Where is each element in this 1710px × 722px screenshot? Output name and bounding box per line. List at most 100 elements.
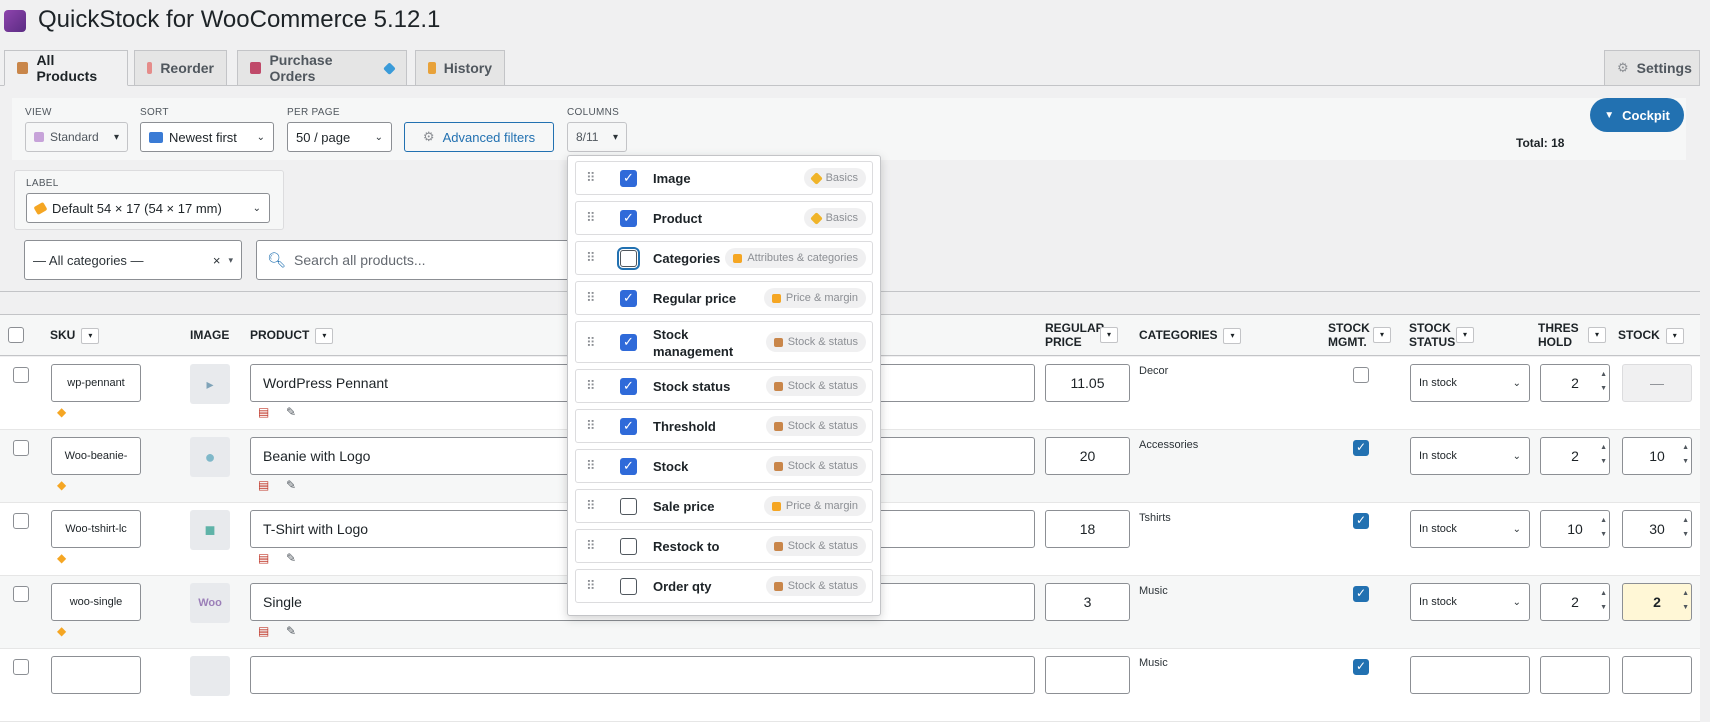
- advanced-filters-button[interactable]: ⚙ Advanced filters: [404, 122, 554, 152]
- pencil-icon[interactable]: ✎: [286, 478, 296, 492]
- product-thumbnail[interactable]: Woo: [190, 583, 230, 623]
- col-categories[interactable]: CATEGORIES ▾: [1139, 328, 1242, 344]
- column-option-regular-price[interactable]: ⠿ Regular price Price & margin: [575, 281, 873, 315]
- tag-icon[interactable]: ◆: [57, 405, 66, 419]
- sort-caret-icon[interactable]: ▾: [1100, 327, 1118, 343]
- stock-status-select[interactable]: [1410, 656, 1530, 694]
- sku-input[interactable]: Woo-beanie-: [51, 437, 141, 475]
- clipboard-icon[interactable]: ▤: [258, 624, 269, 638]
- regular-price-input[interactable]: 18: [1045, 510, 1130, 548]
- column-option-order-qty[interactable]: ⠿ Order qty Stock & status: [575, 569, 873, 603]
- spinner-icon[interactable]: ▲ ▼: [1600, 368, 1607, 396]
- drag-handle-icon[interactable]: ⠿: [586, 578, 595, 594]
- cockpit-button[interactable]: ▼ Cockpit: [1590, 98, 1684, 132]
- col-regular-price[interactable]: REGULAR PRICE: [1045, 321, 1104, 349]
- column-option-categories[interactable]: ⠿ Categories Attributes & categories: [575, 241, 873, 275]
- stock-status-select[interactable]: In stock ⌄: [1410, 583, 1530, 621]
- stock-input[interactable]: 10 ▲ ▼: [1622, 437, 1692, 475]
- column-checkbox[interactable]: [620, 290, 637, 307]
- drag-handle-icon[interactable]: ⠿: [586, 378, 595, 394]
- spinner-icon[interactable]: ▲ ▼: [1600, 514, 1607, 542]
- tag-icon[interactable]: ◆: [57, 478, 66, 492]
- column-checkbox[interactable]: [620, 418, 637, 435]
- per-page-select[interactable]: 50 / page ⌄: [287, 122, 392, 152]
- column-checkbox[interactable]: [620, 538, 637, 555]
- drag-handle-icon[interactable]: ⠿: [586, 170, 595, 186]
- sku-input[interactable]: woo-single: [51, 583, 141, 621]
- row-checkbox[interactable]: [13, 659, 29, 675]
- column-checkbox[interactable]: [617, 247, 640, 270]
- col-threshold[interactable]: THRES HOLD: [1538, 321, 1579, 349]
- column-option-image[interactable]: ⠿ Image Basics: [575, 161, 873, 195]
- regular-price-input[interactable]: 20: [1045, 437, 1130, 475]
- drag-handle-icon[interactable]: ⠿: [586, 210, 595, 226]
- row-checkbox[interactable]: [13, 513, 29, 529]
- column-checkbox[interactable]: [620, 378, 637, 395]
- column-checkbox[interactable]: [620, 498, 637, 515]
- tag-icon[interactable]: ◆: [57, 551, 66, 565]
- spinner-icon[interactable]: ▲ ▼: [1600, 587, 1607, 615]
- clipboard-icon[interactable]: ▤: [258, 478, 269, 492]
- manage-stock-checkbox[interactable]: [1353, 586, 1369, 602]
- product-thumbnail[interactable]: [190, 656, 230, 696]
- col-stock-mgmt[interactable]: STOCK MGMT.: [1328, 321, 1370, 349]
- tab-history[interactable]: History: [415, 50, 505, 86]
- row-checkbox[interactable]: [13, 586, 29, 602]
- stock-status-select[interactable]: In stock ⌄: [1410, 364, 1530, 402]
- sort-caret-icon[interactable]: ▾: [1373, 327, 1391, 343]
- threshold-input[interactable]: 10 ▲ ▼: [1540, 510, 1610, 548]
- product-name-input[interactable]: [250, 656, 1035, 694]
- stock-status-select[interactable]: In stock ⌄: [1410, 510, 1530, 548]
- column-checkbox[interactable]: [620, 334, 637, 351]
- sort-caret-icon[interactable]: ▾: [1665, 328, 1684, 344]
- column-option-restock-to[interactable]: ⠿ Restock to Stock & status: [575, 529, 873, 563]
- col-product[interactable]: PRODUCT ▾: [250, 328, 334, 344]
- sku-input[interactable]: [51, 656, 141, 694]
- stock-input[interactable]: [1622, 656, 1692, 694]
- drag-handle-icon[interactable]: ⠿: [586, 538, 595, 554]
- sort-select[interactable]: Newest first ⌄: [140, 122, 274, 152]
- manage-stock-checkbox[interactable]: [1353, 513, 1369, 529]
- regular-price-input[interactable]: 3: [1045, 583, 1130, 621]
- pencil-icon[interactable]: ✎: [286, 405, 296, 419]
- sku-input[interactable]: wp-pennant: [51, 364, 141, 402]
- col-stock[interactable]: STOCK ▾: [1618, 328, 1684, 344]
- drag-handle-icon[interactable]: ⠿: [586, 418, 595, 434]
- select-all-checkbox[interactable]: [8, 327, 24, 343]
- drag-handle-icon[interactable]: ⠿: [586, 250, 595, 266]
- column-option-stock-management[interactable]: ⠿ Stock management Stock & status: [575, 321, 873, 363]
- sort-caret-icon[interactable]: ▾: [81, 328, 100, 344]
- search-input[interactable]: 🔍︎ Search all products...: [256, 240, 576, 280]
- pencil-icon[interactable]: ✎: [286, 551, 296, 565]
- regular-price-input[interactable]: 11.05: [1045, 364, 1130, 402]
- clear-icon[interactable]: ×: [213, 253, 221, 268]
- sort-caret-icon[interactable]: ▾: [1588, 327, 1606, 343]
- spinner-icon[interactable]: ▲ ▼: [1682, 587, 1689, 615]
- manage-stock-checkbox[interactable]: [1353, 440, 1369, 456]
- tab-all-products[interactable]: All Products: [4, 50, 128, 86]
- column-checkbox[interactable]: [620, 170, 637, 187]
- column-checkbox[interactable]: [620, 210, 637, 227]
- clipboard-icon[interactable]: ▤: [258, 551, 269, 565]
- stock-input-low[interactable]: 2 ▲ ▼: [1622, 583, 1692, 621]
- regular-price-input[interactable]: [1045, 656, 1130, 694]
- column-option-product[interactable]: ⠿ Product Basics: [575, 201, 873, 235]
- column-checkbox[interactable]: [620, 578, 637, 595]
- label-select[interactable]: Default 54 × 17 (54 × 17 mm) ⌄: [26, 193, 270, 223]
- sort-caret-icon[interactable]: ▾: [315, 328, 334, 344]
- sort-caret-icon[interactable]: ▾: [1223, 328, 1242, 344]
- drag-handle-icon[interactable]: ⠿: [586, 458, 595, 474]
- column-option-stock-status[interactable]: ⠿ Stock status Stock & status: [575, 369, 873, 403]
- manage-stock-checkbox[interactable]: [1353, 659, 1369, 675]
- spinner-icon[interactable]: ▲ ▼: [1682, 441, 1689, 469]
- drag-handle-icon[interactable]: ⠿: [586, 498, 595, 514]
- column-option-threshold[interactable]: ⠿ Threshold Stock & status: [575, 409, 873, 443]
- sort-caret-icon[interactable]: ▾: [1456, 327, 1474, 343]
- spinner-icon[interactable]: ▲ ▼: [1682, 514, 1689, 542]
- threshold-input[interactable]: 2 ▲ ▼: [1540, 364, 1610, 402]
- column-checkbox[interactable]: [620, 458, 637, 475]
- threshold-input[interactable]: 2 ▲ ▼: [1540, 437, 1610, 475]
- tab-settings[interactable]: ⚙ Settings: [1604, 50, 1700, 86]
- threshold-input[interactable]: 2 ▲ ▼: [1540, 583, 1610, 621]
- col-stock-status[interactable]: STOCK STATUS: [1409, 321, 1455, 349]
